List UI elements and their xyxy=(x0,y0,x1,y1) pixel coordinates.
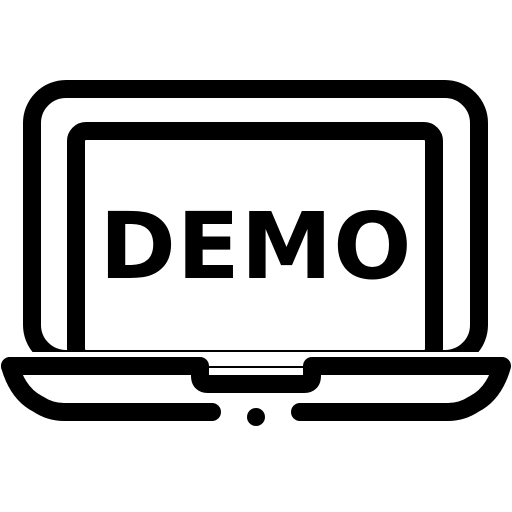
trackpad-dot xyxy=(247,408,265,426)
screen-text: DEMO xyxy=(100,193,413,300)
icon-canvas: DEMO xyxy=(0,0,512,512)
laptop-demo-icon: DEMO xyxy=(1,80,511,426)
